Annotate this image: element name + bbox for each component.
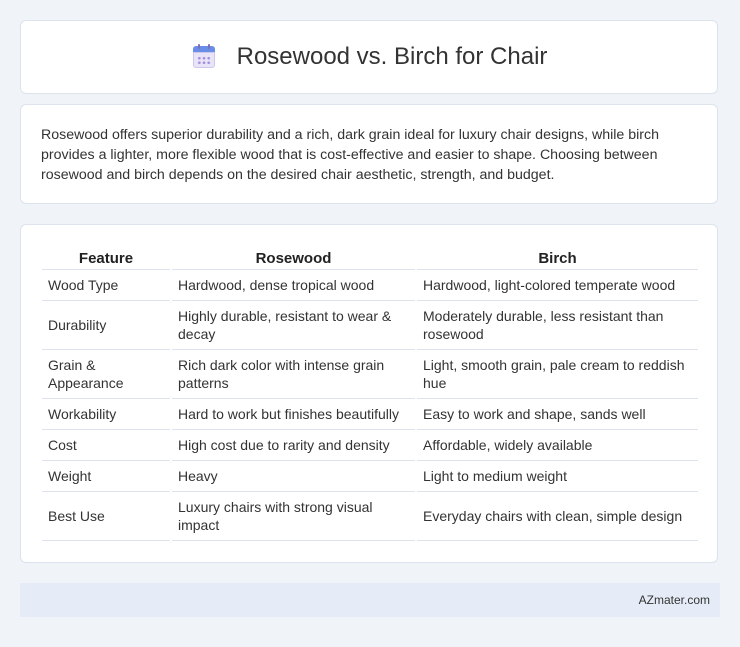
table-header-row: Feature Rosewood Birch [42, 245, 698, 270]
footer-bar: AZmater.com [20, 583, 720, 617]
feature-cell: Wood Type [42, 270, 170, 301]
comparison-table-card: Feature Rosewood Birch Wood Type Hardwoo… [20, 224, 718, 563]
header-rosewood: Rosewood [172, 245, 415, 270]
birch-cell: Affordable, widely available [417, 430, 698, 461]
rosewood-cell: Heavy [172, 461, 415, 492]
feature-cell: Cost [42, 430, 170, 461]
page-title: Rosewood vs. Birch for Chair [236, 43, 548, 70]
table-row: Workability Hard to work but finishes be… [42, 399, 698, 430]
comparison-table: Feature Rosewood Birch Wood Type Hardwoo… [40, 245, 700, 541]
birch-cell: Light to medium weight [417, 461, 698, 492]
feature-cell: Weight [42, 461, 170, 492]
birch-cell: Everyday chairs with clean, simple desig… [417, 492, 698, 541]
table-row: Grain & Appearance Rich dark color with … [42, 350, 698, 399]
table-row: Weight Heavy Light to medium weight [42, 461, 698, 492]
table-row: Wood Type Hardwood, dense tropical wood … [42, 270, 698, 301]
feature-cell: Durability [42, 301, 170, 350]
rosewood-cell: Hard to work but finishes beautifully [172, 399, 415, 430]
header-birch: Birch [417, 245, 698, 270]
birch-cell: Easy to work and shape, sands well [417, 399, 698, 430]
birch-cell: Hardwood, light-colored temperate wood [417, 270, 698, 301]
rosewood-cell: Hardwood, dense tropical wood [172, 270, 415, 301]
table-row: Cost High cost due to rarity and density… [42, 430, 698, 461]
summary-card: Rosewood offers superior durability and … [20, 104, 718, 204]
header-feature: Feature [42, 245, 170, 270]
feature-cell: Best Use [42, 492, 170, 541]
calendar-icon [191, 44, 217, 70]
feature-cell: Workability [42, 399, 170, 430]
table-row: Best Use Luxury chairs with strong visua… [42, 492, 698, 541]
summary-text: Rosewood offers superior durability and … [41, 127, 659, 183]
birch-cell: Light, smooth grain, pale cream to reddi… [417, 350, 698, 399]
feature-cell: Grain & Appearance [42, 350, 170, 399]
birch-cell: Moderately durable, less resistant than … [417, 301, 698, 350]
footer-site-link[interactable]: AZmater.com [639, 593, 710, 607]
table-row: Durability Highly durable, resistant to … [42, 301, 698, 350]
rosewood-cell: Luxury chairs with strong visual impact [172, 492, 415, 541]
rosewood-cell: Highly durable, resistant to wear & deca… [172, 301, 415, 350]
rosewood-cell: High cost due to rarity and density [172, 430, 415, 461]
title-card: Rosewood vs. Birch for Chair [20, 20, 718, 94]
rosewood-cell: Rich dark color with intense grain patte… [172, 350, 415, 399]
